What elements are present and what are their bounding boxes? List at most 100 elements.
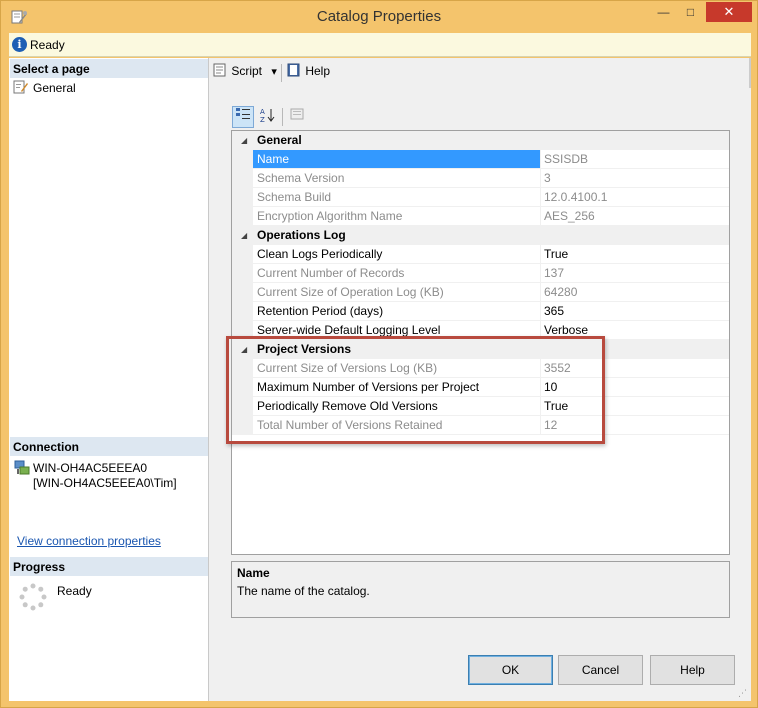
property-name[interactable]: Encryption Algorithm Name — [253, 207, 540, 226]
property-name[interactable]: Maximum Number of Versions per Project — [253, 378, 540, 397]
page-item-label: General — [33, 81, 76, 95]
property-value[interactable]: 64280 — [540, 283, 729, 302]
category-operations-log[interactable]: ◢ Operations Log — [232, 226, 729, 245]
property-grid[interactable]: ◢ General Name SSISDB Schema Version 3 S… — [231, 130, 730, 555]
help-button[interactable]: Help — [650, 655, 735, 685]
property-name[interactable]: Total Number of Versions Retained — [253, 416, 540, 435]
property-name[interactable]: Name — [253, 150, 540, 169]
row-margin — [232, 207, 253, 226]
property-row-encryption-algorithm[interactable]: Encryption Algorithm Name AES_256 — [232, 207, 729, 226]
property-row-versions-retained[interactable]: Total Number of Versions Retained 12 — [232, 416, 729, 435]
right-panel: Script ▾ Help AZ ◢ General Name SSISDB S… — [210, 58, 751, 701]
expander-icon[interactable]: ◢ — [241, 231, 247, 240]
select-page-header: Select a page — [10, 59, 208, 78]
property-row-max-versions[interactable]: Maximum Number of Versions per Project 1… — [232, 378, 729, 397]
left-panel: Select a page General Connection WIN-OH4… — [9, 58, 209, 701]
property-row-schema-version[interactable]: Schema Version 3 — [232, 169, 729, 188]
progress-header: Progress — [10, 557, 208, 576]
row-margin — [232, 264, 253, 283]
property-name[interactable]: Current Size of Operation Log (KB) — [253, 283, 540, 302]
property-row-schema-build[interactable]: Schema Build 12.0.4100.1 — [232, 188, 729, 207]
alphabetical-sort-icon[interactable]: AZ — [256, 106, 278, 128]
view-connection-properties-link[interactable]: View connection properties — [17, 534, 161, 548]
row-margin — [232, 302, 253, 321]
property-row-retention-period[interactable]: Retention Period (days) 365 — [232, 302, 729, 321]
script-icon — [213, 63, 226, 77]
minimize-button[interactable]: — — [650, 2, 677, 22]
grid-toolbar-separator — [282, 108, 283, 126]
status-text: Ready — [30, 38, 65, 52]
property-name[interactable]: Clean Logs Periodically — [253, 245, 540, 264]
svg-text:A: A — [260, 108, 265, 116]
svg-text:Z: Z — [260, 116, 265, 123]
cancel-button[interactable]: Cancel — [558, 655, 643, 685]
property-row-clean-logs[interactable]: Clean Logs Periodically True — [232, 245, 729, 264]
property-name[interactable]: Current Number of Records — [253, 264, 540, 283]
toolbar: Script ▾ Help — [210, 60, 751, 84]
row-margin — [232, 245, 253, 264]
property-name[interactable]: Schema Version — [253, 169, 540, 188]
ok-button[interactable]: OK — [468, 655, 553, 685]
description-panel: Name The name of the catalog. — [231, 561, 730, 618]
help-book-icon — [287, 63, 300, 77]
property-row-remove-old-versions[interactable]: Periodically Remove Old Versions True — [232, 397, 729, 416]
property-name[interactable]: Retention Period (days) — [253, 302, 540, 321]
help-toolbar-label: Help — [305, 64, 331, 78]
row-margin — [232, 397, 253, 416]
property-value[interactable]: 12.0.4100.1 — [540, 188, 729, 207]
connection-server: WIN-OH4AC5EEEA0 — [33, 461, 148, 475]
row-margin — [232, 188, 253, 207]
category-project-versions[interactable]: ◢ Project Versions — [232, 340, 729, 359]
row-margin — [232, 416, 253, 435]
property-row-name[interactable]: Name SSISDB — [232, 150, 729, 169]
property-value[interactable]: True — [540, 245, 729, 264]
resize-grip-icon[interactable]: ⋰ — [738, 688, 747, 699]
property-value[interactable]: SSISDB — [540, 150, 729, 169]
property-name[interactable]: Periodically Remove Old Versions — [253, 397, 540, 416]
connection-user: [WIN-OH4AC5EEEA0\Tim] — [33, 476, 177, 490]
script-button[interactable]: Script ▾ — [212, 63, 277, 78]
property-value[interactable]: True — [540, 397, 729, 416]
help-toolbar-button[interactable]: Help — [286, 63, 330, 78]
property-name[interactable]: Schema Build — [253, 188, 540, 207]
property-value[interactable]: 12 — [540, 416, 729, 435]
property-value[interactable]: 3 — [540, 169, 729, 188]
category-label: Operations Log — [257, 228, 346, 242]
chevron-down-icon[interactable]: ▾ — [271, 66, 277, 78]
property-value[interactable]: AES_256 — [540, 207, 729, 226]
property-value[interactable]: 10 — [540, 378, 729, 397]
dialog-client: Select a page General Connection WIN-OH4… — [9, 58, 751, 701]
property-value[interactable]: 3552 — [540, 359, 729, 378]
property-name[interactable]: Server-wide Default Logging Level — [253, 321, 540, 340]
progress-spinner-icon — [19, 583, 47, 611]
categorized-view-icon[interactable] — [232, 106, 254, 128]
expander-icon[interactable]: ◢ — [241, 345, 247, 354]
wrench-page-icon — [13, 80, 28, 94]
category-general[interactable]: ◢ General — [232, 131, 729, 150]
progress-text: Ready — [57, 584, 92, 598]
category-label: Project Versions — [257, 342, 352, 356]
expander-icon[interactable]: ◢ — [241, 136, 247, 145]
property-row-operation-log-size[interactable]: Current Size of Operation Log (KB) 64280 — [232, 283, 729, 302]
maximize-button[interactable]: □ — [677, 2, 704, 22]
close-button[interactable]: ✕ — [706, 2, 752, 22]
category-label: General — [257, 133, 302, 147]
property-row-record-count[interactable]: Current Number of Records 137 — [232, 264, 729, 283]
description-title: Name — [237, 566, 270, 580]
script-label: Script — [231, 64, 263, 78]
title-bar[interactable]: Catalog Properties — □ ✕ — [1, 1, 757, 33]
toolbar-scrollbar — [749, 58, 751, 88]
row-margin — [232, 283, 253, 302]
property-value[interactable]: Verbose — [540, 321, 729, 340]
property-value[interactable]: 137 — [540, 264, 729, 283]
status-bar: i Ready — [9, 33, 751, 57]
page-item-general[interactable]: General — [13, 80, 76, 95]
property-name[interactable]: Current Size of Versions Log (KB) — [253, 359, 540, 378]
property-pages-icon[interactable] — [286, 106, 308, 128]
connection-header: Connection — [10, 437, 208, 456]
row-margin — [232, 378, 253, 397]
property-value[interactable]: 365 — [540, 302, 729, 321]
property-grid-toolbar: AZ — [232, 106, 312, 128]
property-row-logging-level[interactable]: Server-wide Default Logging Level Verbos… — [232, 321, 729, 340]
property-row-versions-log-size[interactable]: Current Size of Versions Log (KB) 3552 — [232, 359, 729, 378]
